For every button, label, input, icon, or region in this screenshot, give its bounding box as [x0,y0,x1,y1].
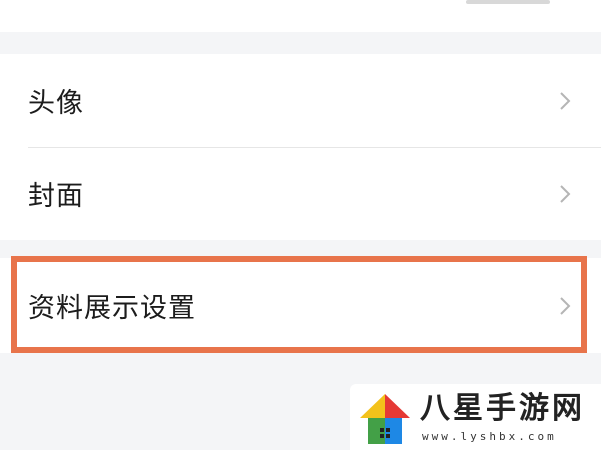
setting-label-avatar: 头像 [28,88,84,119]
settings-group-profile: 资料展示设置 [0,258,601,353]
settings-group-media: 头像 封面 [0,54,601,240]
chevron-right-icon [560,296,571,315]
watermark-title: 八星手游网 [420,391,585,426]
watermark-logo-icon [360,394,410,444]
chevron-right-icon [560,91,571,110]
setting-row-avatar[interactable]: 头像 [0,54,601,147]
site-watermark: 八星手游网 www.lyshbx.com [350,384,601,450]
setting-row-cover[interactable]: 封面 [0,147,601,240]
setting-row-profile-display[interactable]: 资料展示设置 [0,258,601,353]
previous-row-cutoff [0,0,601,32]
setting-label-profile-display: 资料展示设置 [28,293,196,324]
watermark-url: www.lyshbx.com [422,430,557,443]
cut-off-value [466,0,550,4]
cut-off-label [28,0,88,6]
chevron-right-icon [560,184,571,203]
setting-label-cover: 封面 [28,181,84,212]
